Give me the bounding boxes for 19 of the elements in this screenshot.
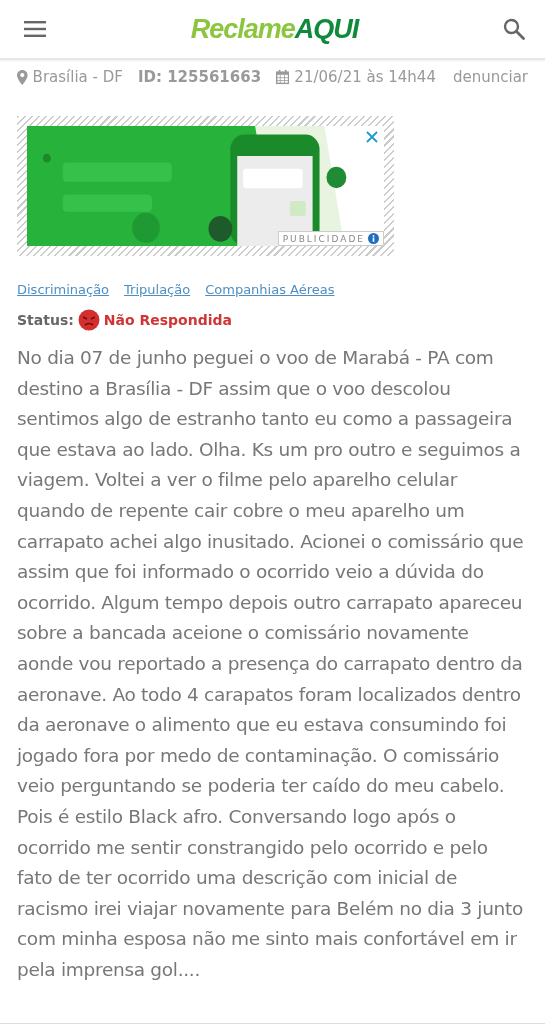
ad-label-text: PUBLICIDADE: [282, 233, 365, 244]
location-text: Brasília - DF: [32, 68, 123, 86]
close-icon[interactable]: [366, 131, 378, 143]
complaint-id: ID: 125561663: [137, 68, 262, 86]
calendar-icon: [276, 69, 290, 85]
date-text: 21/06/21 às 14h44: [294, 68, 436, 86]
search-icon: [503, 18, 525, 40]
info-icon[interactable]: [368, 233, 379, 244]
category-link[interactable]: Companhias Aéreas: [205, 282, 335, 297]
complaint-text: No dia 07 de junho peguei o voo de Marabá - PA com destino a Brasília - DF assim que o voo descolou sentimos algo de estranho tanto eu como a passageira que estava ao lado. Olha. Ks um pro outro e seguimos a viagem. Voltei a ver o filme pelo aparelho celular quando de repente cair cobre o meu aparelho um carrapato achei algo inusitado. Acionei o comissário que assim que foi informado o ocorrido veio a dúvida do ocorrido. Algum tempo depois outro carrapato apareceu sobre a bancada aceione o comissário novamente aonde vou reportado a presença do carrapato dentro da aeronave. Ao todo 4 carapatos foram localizados dentro da aeronave o alimento que eu estava consumindo foi jogado fora por medo de contaminação. O comissário veio perguntando se poderia ter caído do meu cabelo. Pois é estilo Black afro. Conversando logo após o ocorrido me sentir constrangido pelo ocorrido e pelo fato de ter ocorrido uma descrição com inicial de racismo irei viajar novamente para Belém no dia 3 junto com minha esposa não me sinto mais confortável em ir pela imprensa gol....: [17, 346, 525, 982]
category-link[interactable]: Discriminação: [17, 282, 110, 297]
status-label: Status:: [17, 312, 74, 328]
menu-icon: [24, 21, 46, 37]
logo[interactable]: ReclameAQUI: [190, 13, 359, 45]
category-link[interactable]: Tripulação: [124, 282, 191, 297]
angry-face-icon: [77, 309, 100, 331]
location-pin-icon: [17, 68, 28, 86]
status-value: Não Respondida: [103, 312, 232, 328]
report-link[interactable]: denunciar: [452, 68, 528, 86]
